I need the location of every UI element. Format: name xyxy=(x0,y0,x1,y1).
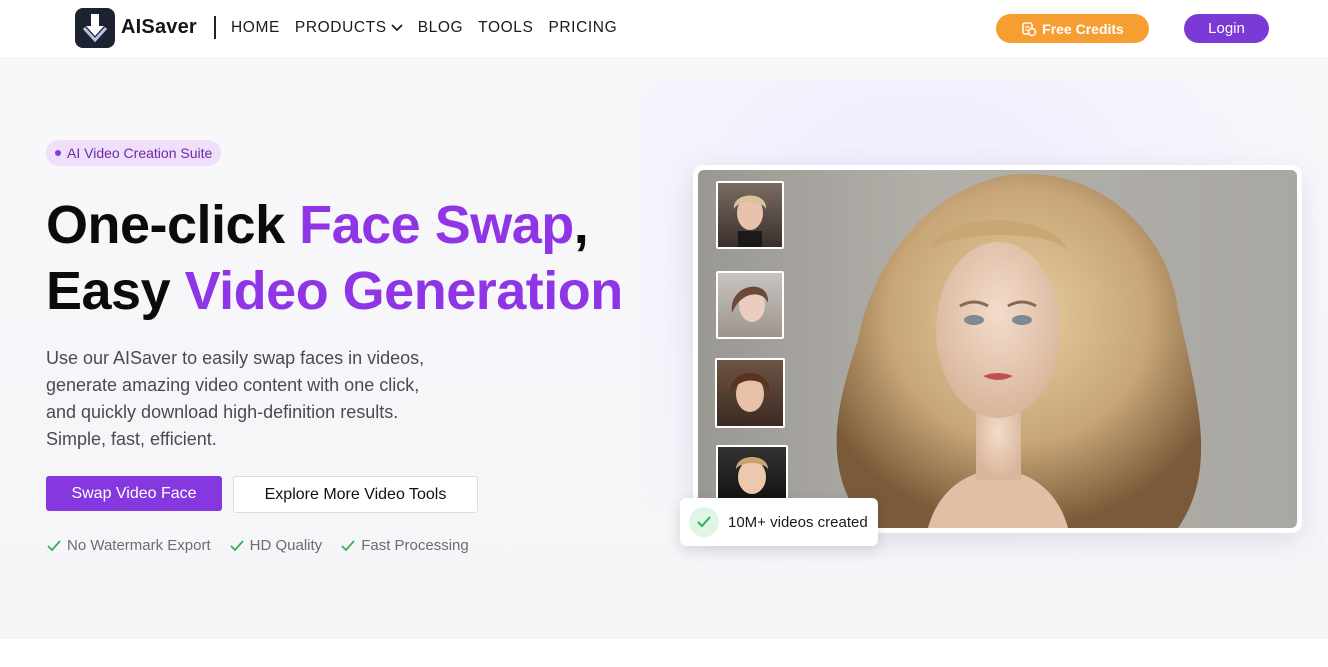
face-thumbnail-3[interactable] xyxy=(715,358,785,428)
nav-home-label: HOME xyxy=(231,19,280,36)
face-icon xyxy=(731,286,769,322)
check-icon xyxy=(230,539,244,551)
title-accent: Face Swap xyxy=(299,195,574,255)
feature-item: Fast Processing xyxy=(341,537,469,554)
nav-tools[interactable]: TOOLS xyxy=(478,19,533,37)
check-icon xyxy=(47,539,61,551)
feature-label: HD Quality xyxy=(249,537,323,554)
feature-label: No Watermark Export xyxy=(67,537,211,554)
title-text: One-click xyxy=(46,195,300,255)
nav-blog-label: BLOG xyxy=(417,19,464,36)
nav-pricing-label: PRICING xyxy=(548,19,618,36)
hero-title-line-2: Easy Video Generation xyxy=(46,258,623,324)
brand-divider xyxy=(214,16,216,39)
face-icon xyxy=(736,457,768,494)
title-accent: Video Generation xyxy=(184,261,624,321)
check-circle-icon xyxy=(689,507,719,537)
title-comma: , xyxy=(573,195,589,255)
feature-label: Fast Processing xyxy=(361,537,469,554)
face-thumbnail-4[interactable] xyxy=(716,445,788,505)
videos-created-label: 10M+ videos created xyxy=(728,513,868,531)
free-credits-button[interactable]: Free Credits xyxy=(996,14,1149,43)
brand-name[interactable]: AISaver xyxy=(121,16,197,39)
nav-tools-label: TOOLS xyxy=(478,19,534,36)
nav-products-label: PRODUCTS xyxy=(294,19,387,36)
hero-title: One-click Face Swap, Easy Video Generati… xyxy=(46,192,623,324)
hero-title-line-1: One-click Face Swap, xyxy=(46,192,623,258)
nav-pricing[interactable]: PRICING xyxy=(548,19,617,37)
feature-list: No Watermark Export HD Quality Fast Proc… xyxy=(47,537,469,554)
face-thumbnail-1[interactable] xyxy=(716,181,784,249)
chevron-down-icon xyxy=(391,24,403,32)
face-thumbnail-2[interactable] xyxy=(716,271,784,339)
explore-video-tools-button[interactable]: Explore More Video Tools xyxy=(233,476,478,513)
login-button[interactable]: Login xyxy=(1184,14,1269,43)
nav-home[interactable]: HOME xyxy=(231,19,280,37)
free-credits-label: Free Credits xyxy=(1042,20,1124,37)
face-icon xyxy=(733,195,767,247)
nav-products[interactable]: PRODUCTS xyxy=(295,19,403,37)
nav-blog[interactable]: BLOG xyxy=(418,19,463,37)
logo-icon[interactable] xyxy=(75,8,115,48)
coins-icon xyxy=(1022,21,1037,36)
title-text: Easy xyxy=(46,261,185,321)
face-icon xyxy=(730,373,770,412)
hero-description: Use our AISaver to easily swap faces in … xyxy=(46,348,425,449)
main-nav: HOME PRODUCTS BLOG TOOLS PRICING xyxy=(231,19,632,37)
site-header: AISaver HOME PRODUCTS BLOG TOOLS PRICING… xyxy=(0,0,1328,59)
badge-dot-icon xyxy=(55,150,61,156)
check-icon xyxy=(341,539,355,551)
badge-label: AI Video Creation Suite xyxy=(67,145,213,161)
hero-badge: AI Video Creation Suite xyxy=(46,140,222,166)
videos-created-badge: 10M+ videos created xyxy=(680,498,878,546)
feature-item: HD Quality xyxy=(230,537,323,554)
swap-video-face-button[interactable]: Swap Video Face xyxy=(46,476,222,511)
feature-item: No Watermark Export xyxy=(47,537,211,554)
